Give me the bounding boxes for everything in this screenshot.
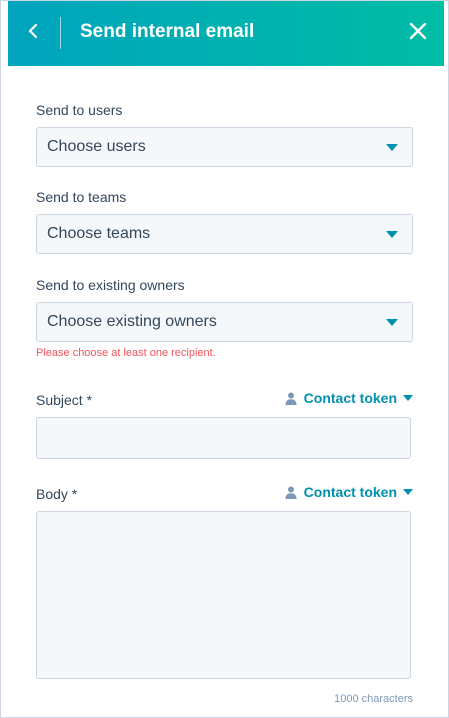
caret-down-icon bbox=[386, 231, 398, 238]
send-internal-email-panel: Send internal email Send to users Choose… bbox=[0, 0, 449, 718]
panel-header: Send internal email bbox=[8, 1, 444, 66]
close-button[interactable] bbox=[402, 17, 434, 49]
subject-contact-token-button[interactable]: Contact token bbox=[285, 390, 413, 406]
contact-token-label: Contact token bbox=[303, 484, 397, 500]
character-counter: 1000 characters bbox=[334, 693, 413, 705]
body-contact-token-button[interactable]: Contact token bbox=[285, 484, 413, 500]
close-icon bbox=[409, 22, 427, 45]
owners-select-value: Choose existing owners bbox=[47, 313, 217, 330]
subject-label: Subject * bbox=[36, 392, 93, 408]
recipient-error-message: Please choose at least one recipient. bbox=[36, 347, 216, 359]
subject-input[interactable] bbox=[36, 417, 411, 459]
send-to-users-label: Send to users bbox=[36, 102, 123, 118]
panel-title: Send internal email bbox=[80, 21, 255, 42]
body-textarea[interactable] bbox=[36, 511, 411, 679]
teams-select[interactable]: Choose teams bbox=[36, 214, 413, 254]
teams-select-value: Choose teams bbox=[47, 225, 151, 242]
owners-select[interactable]: Choose existing owners bbox=[36, 302, 413, 342]
caret-down-icon bbox=[386, 319, 398, 326]
body-label: Body * bbox=[36, 486, 78, 502]
send-to-owners-label: Send to existing owners bbox=[36, 277, 185, 293]
caret-down-icon bbox=[403, 395, 413, 401]
send-to-teams-label: Send to teams bbox=[36, 189, 127, 205]
users-select[interactable]: Choose users bbox=[36, 127, 413, 167]
users-select-value: Choose users bbox=[47, 138, 146, 155]
contact-token-label: Contact token bbox=[303, 390, 397, 406]
header-divider bbox=[60, 17, 61, 49]
chevron-left-icon bbox=[27, 22, 39, 45]
caret-down-icon bbox=[403, 489, 413, 495]
back-button[interactable] bbox=[18, 17, 48, 49]
caret-down-icon bbox=[386, 144, 398, 151]
person-icon bbox=[285, 486, 297, 499]
person-icon bbox=[285, 392, 297, 405]
